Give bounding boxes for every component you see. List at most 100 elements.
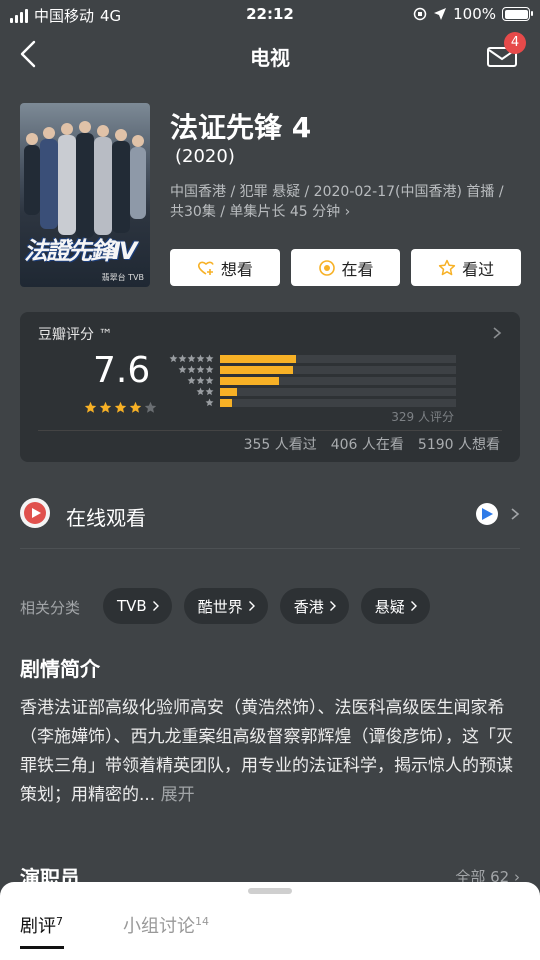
- watched-count: 355 人看过: [243, 437, 317, 453]
- play-icon: [20, 498, 50, 528]
- distribution-bar: [220, 355, 296, 363]
- divider: [20, 548, 520, 549]
- tags-label: 相关分类: [20, 599, 81, 617]
- distribution-bar: [220, 399, 232, 407]
- distribution-row: [166, 376, 456, 385]
- battery-percent: 100%: [453, 5, 496, 23]
- watched-label: 看过: [462, 259, 495, 279]
- rating-stats: 355 人看过 406 人在看 5190 人想看: [244, 434, 500, 454]
- status-bar: 中国移动 4G 22:12 100%: [0, 0, 540, 30]
- tag-chip[interactable]: 香港: [279, 588, 349, 624]
- poster-image[interactable]: 法證先鋒IV 翡翠台 TVB: [20, 103, 150, 287]
- tag-chip[interactable]: 酷世界: [183, 588, 268, 624]
- distribution-stars: [187, 376, 214, 385]
- poster-channel: 翡翠台 TVB: [101, 273, 144, 282]
- distribution-stars: [205, 398, 214, 407]
- tag-label: 悬疑: [374, 597, 405, 616]
- tag-label: 香港: [293, 597, 324, 616]
- distribution-track: [220, 355, 456, 363]
- star-icon: [196, 365, 205, 374]
- tab-count: 7: [56, 915, 63, 928]
- tag-chip[interactable]: 悬疑: [360, 588, 430, 624]
- action-buttons: 想看 在看 看过: [170, 249, 522, 286]
- star-icon: [99, 401, 112, 413]
- location-icon: [434, 8, 447, 20]
- distribution-stars: [178, 365, 214, 374]
- divider: [38, 430, 502, 431]
- star-outline-icon: [439, 259, 456, 275]
- distribution-track: [220, 366, 456, 374]
- show-meta[interactable]: 中国香港 / 犯罪 悬疑 / 2020-02-17(中国香港) 首播 / 共30…: [170, 182, 520, 222]
- star-icon: [205, 354, 214, 363]
- status-right: 100%: [413, 5, 533, 23]
- poster-logo: 法證先鋒IV: [24, 237, 138, 265]
- tab-group-discussion[interactable]: 小组讨论14: [123, 912, 209, 938]
- star-icon: [196, 387, 205, 396]
- heart-plus-icon: [197, 261, 214, 275]
- star-icon: [187, 365, 196, 374]
- chevron-right-icon: [410, 601, 417, 611]
- video-source-icon: [476, 503, 498, 525]
- watching-button[interactable]: 在看: [290, 249, 401, 286]
- show-meta-text: 中国香港 / 犯罪 悬疑 / 2020-02-17(中国香港) 首播 / 共30…: [170, 184, 504, 220]
- distribution-row: [166, 387, 456, 396]
- want-button[interactable]: 想看: [170, 249, 280, 286]
- tab-label: 剧评: [20, 916, 56, 937]
- star-icon: [129, 401, 142, 413]
- star-icon: [187, 354, 196, 363]
- tab-reviews[interactable]: 剧评7: [20, 912, 63, 938]
- tag-label: 酷世界: [197, 597, 243, 616]
- star-icon: [178, 354, 187, 363]
- star-icon: [205, 365, 214, 374]
- distribution-bar: [220, 377, 279, 385]
- star-icon: [196, 354, 205, 363]
- rating-stars: [84, 401, 157, 414]
- chevron-right-icon: [152, 601, 159, 611]
- tag-label: TVB: [117, 597, 147, 615]
- rating-label: 豆瓣评分 ™: [38, 327, 113, 343]
- distribution-row: [166, 365, 456, 374]
- chevron-right-icon: [511, 508, 520, 520]
- want-label: 想看: [220, 259, 253, 279]
- show-title: 法证先锋 4: [170, 111, 312, 144]
- distribution-bar: [220, 388, 237, 396]
- watching-count: 406 人在看: [330, 437, 404, 453]
- chevron-right-icon: [248, 601, 255, 611]
- star-icon: [187, 376, 196, 385]
- tab-label: 小组讨论: [123, 916, 195, 937]
- synopsis-body: 香港法证部高级化验师高安（黄浩然饰）、法医科高级医生闻家希（李施嬅饰）、西九龙重…: [20, 698, 513, 805]
- chevron-right-icon: ›: [344, 204, 351, 220]
- distribution-row: [166, 398, 456, 407]
- online-watch-row[interactable]: 在线观看: [20, 495, 520, 537]
- rating-card[interactable]: 豆瓣评分 ™ 7.6 329 人评分 355 人看过 406 人在看 5190 …: [20, 312, 520, 462]
- star-icon: [178, 365, 187, 374]
- star-icon: [196, 376, 205, 385]
- star-icon: [84, 401, 97, 413]
- star-icon: [169, 354, 178, 363]
- star-icon: [205, 398, 214, 407]
- online-watch-label: 在线观看: [66, 506, 146, 530]
- synopsis-title: 剧情简介: [20, 657, 100, 681]
- star-icon: [114, 401, 127, 413]
- tag-chip[interactable]: TVB: [103, 588, 172, 624]
- show-year: (2020): [175, 146, 235, 167]
- tags-list: TVB 酷世界 香港 悬疑: [103, 588, 430, 624]
- star-icon: [205, 376, 214, 385]
- watching-label: 在看: [341, 259, 374, 279]
- synopsis-text: 香港法证部高级化验师高安（黄浩然饰）、法医科高级医生闻家希（李施嬅饰）、西九龙重…: [20, 694, 524, 810]
- bottom-sheet[interactable]: 剧评7 小组讨论14: [0, 882, 540, 960]
- drag-handle[interactable]: [248, 888, 292, 894]
- distribution-stars: [169, 354, 214, 363]
- star-icon: [205, 387, 214, 396]
- watched-button[interactable]: 看过: [411, 249, 522, 286]
- tab-underline: [20, 946, 64, 949]
- rating-score: 7.6: [93, 350, 151, 391]
- distribution-track: [220, 399, 456, 407]
- tab-count: 14: [195, 915, 209, 928]
- mail-badge: 4: [504, 32, 526, 54]
- target-icon: [318, 259, 335, 276]
- expand-link[interactable]: 展开: [161, 785, 195, 805]
- distribution-bar: [220, 366, 294, 374]
- chevron-right-icon: [493, 327, 502, 339]
- want-count: 5190 人想看: [417, 437, 500, 453]
